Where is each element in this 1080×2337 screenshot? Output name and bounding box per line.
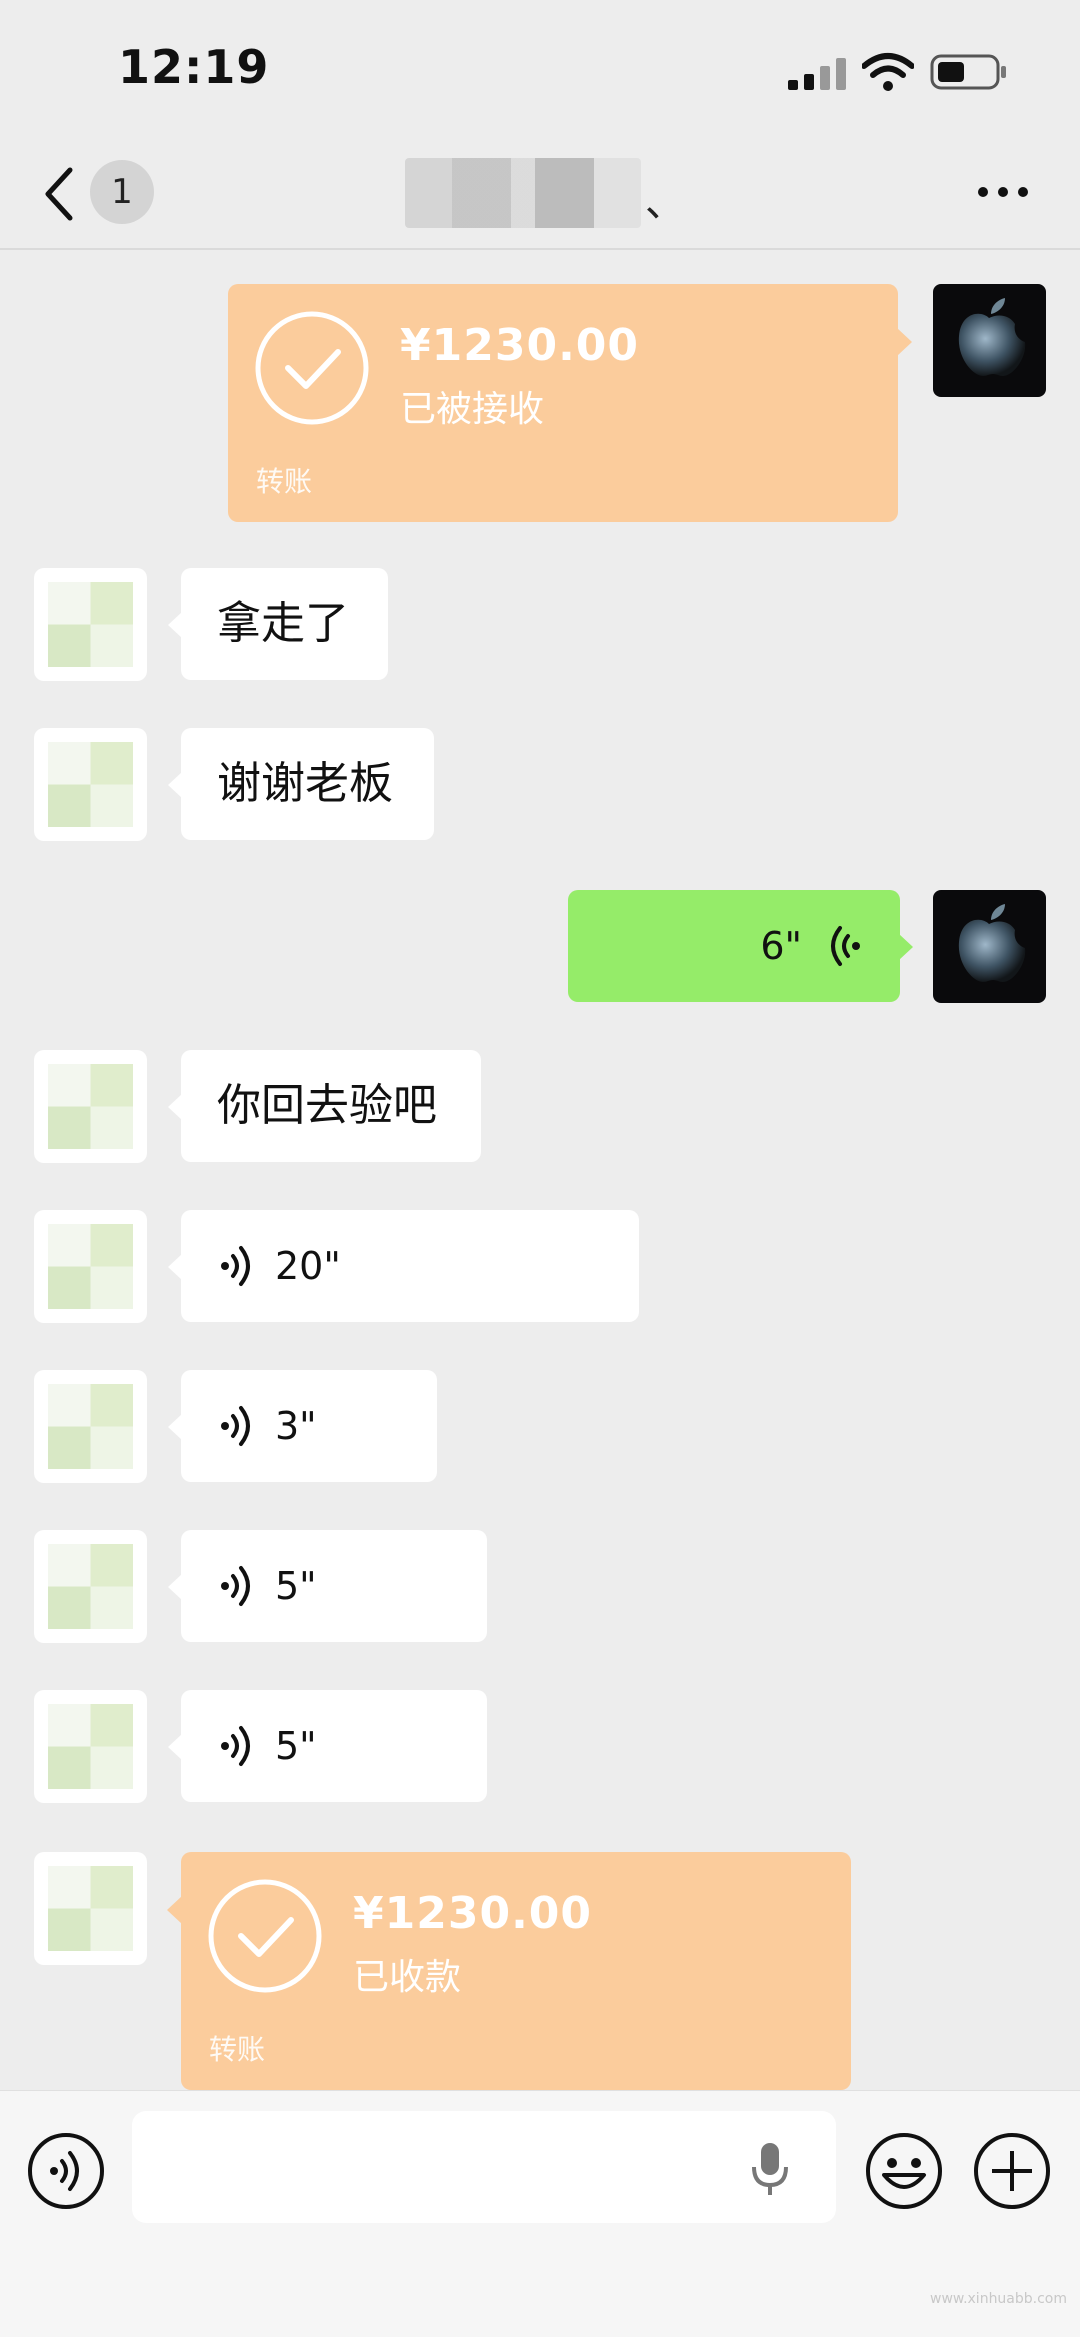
- voice-message-received[interactable]: 5": [168, 1690, 487, 1802]
- transfer-label: 转账: [209, 2033, 266, 2066]
- transfer-amount: ¥1230.00: [400, 320, 640, 371]
- check-circle-icon: [255, 311, 369, 425]
- transfer-card-sent[interactable]: ¥1230.00 已被接收 转账: [228, 284, 912, 522]
- voice-duration: 5": [275, 1564, 317, 1608]
- contact-avatar[interactable]: [34, 1050, 147, 1163]
- voice-message-received[interactable]: 3": [168, 1370, 437, 1482]
- voice-icon[interactable]: [26, 2131, 106, 2211]
- message-list[interactable]: ¥1230.00 已被接收 转账 拿走了 谢谢老板 6" 你回去验吧 20" 3…: [0, 252, 1080, 2090]
- chat-title-redacted: [405, 158, 641, 228]
- message-bubble[interactable]: 拿走了: [168, 568, 388, 680]
- contact-avatar[interactable]: [34, 1852, 147, 1965]
- status-time: 12:19: [118, 40, 270, 94]
- voice-duration: 5": [275, 1724, 317, 1768]
- voice-wave-icon: [221, 1726, 250, 1766]
- watermark: www.xinhuabb.com: [930, 2291, 1068, 2307]
- microphone-icon[interactable]: [750, 2141, 790, 2197]
- chat-title-suffix: 、: [645, 180, 685, 226]
- message-bubble[interactable]: 你回去验吧: [168, 1050, 481, 1162]
- contact-avatar[interactable]: [34, 728, 147, 841]
- chevron-left-icon[interactable]: [40, 164, 80, 224]
- ellipsis-icon[interactable]: [975, 180, 1031, 204]
- message-input[interactable]: [132, 2111, 836, 2223]
- wifi-icon: [862, 53, 914, 91]
- message-bubble[interactable]: 谢谢老板: [168, 728, 434, 840]
- contact-avatar[interactable]: [34, 1370, 147, 1483]
- chat-header: 1 、: [0, 140, 1080, 250]
- voice-message-sent[interactable]: 6": [568, 890, 913, 1002]
- unread-count-badge[interactable]: 1: [90, 160, 154, 224]
- status-bar: 12:19: [0, 0, 1080, 140]
- plus-icon[interactable]: [972, 2131, 1052, 2211]
- voice-wave-icon: [221, 1566, 250, 1606]
- voice-duration: 20": [275, 1244, 341, 1288]
- voice-duration: 3": [275, 1404, 317, 1448]
- my-avatar[interactable]: [933, 890, 1046, 1003]
- transfer-status: 已被接收: [400, 389, 545, 430]
- cellular-signal-icon: [788, 58, 846, 90]
- voice-wave-icon: [221, 1246, 250, 1286]
- voice-message-received[interactable]: 20": [168, 1210, 639, 1322]
- transfer-amount: ¥1230.00: [353, 1888, 593, 1939]
- apple-logo-icon: [958, 298, 1026, 376]
- contact-avatar[interactable]: [34, 568, 147, 681]
- contact-avatar[interactable]: [34, 1690, 147, 1803]
- transfer-card-received[interactable]: ¥1230.00 已收款 转账: [167, 1852, 851, 2090]
- emoji-icon[interactable]: [864, 2131, 944, 2211]
- contact-avatar[interactable]: [34, 1210, 147, 1323]
- voice-duration: 6": [760, 924, 802, 968]
- voice-wave-icon: [831, 926, 860, 966]
- check-circle-icon: [208, 1879, 322, 1993]
- apple-logo-icon: [958, 904, 1026, 982]
- transfer-status: 已收款: [353, 1957, 462, 1998]
- input-bar: www.xinhuabb.com: [0, 2090, 1080, 2337]
- battery-icon: [930, 54, 1006, 90]
- voice-wave-icon: [221, 1406, 250, 1446]
- contact-avatar[interactable]: [34, 1530, 147, 1643]
- voice-message-received[interactable]: 5": [168, 1530, 487, 1642]
- transfer-label: 转账: [256, 465, 313, 498]
- my-avatar[interactable]: [933, 284, 1046, 397]
